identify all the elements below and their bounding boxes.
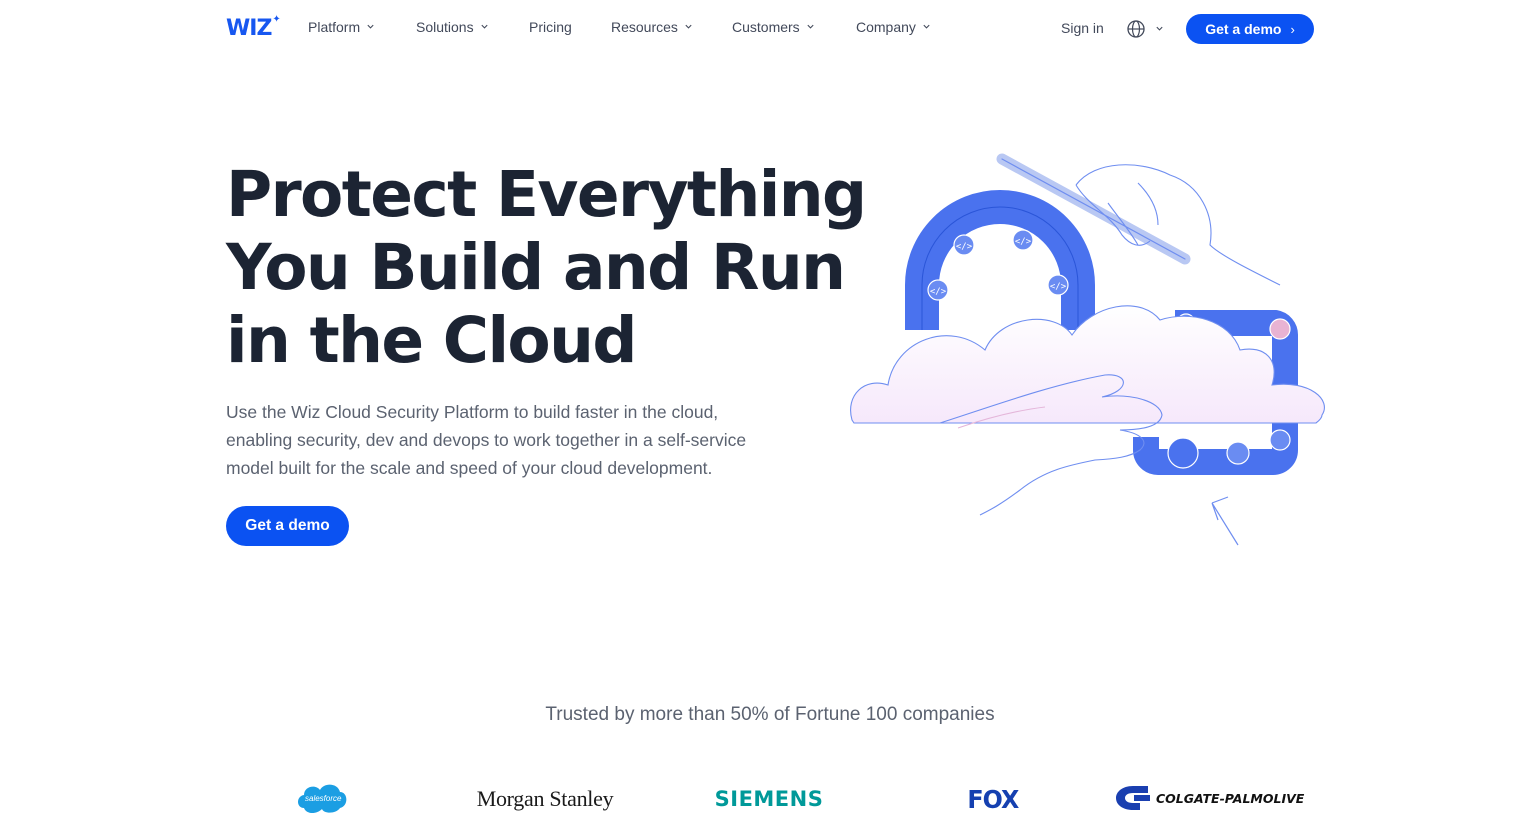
customer-logos: salesforce Morgan Stanley SIEMENS FOX CO…: [0, 772, 1540, 832]
svg-text:</>: </>: [956, 242, 973, 252]
siemens-logo-text: SIEMENS: [714, 787, 824, 811]
chevron-down-icon: [685, 24, 692, 29]
logo-text: WIZ: [226, 15, 272, 41]
hero-subtitle: Use the Wiz Cloud Security Platform to b…: [226, 398, 806, 482]
chevron-down-icon: [807, 24, 814, 29]
colgate-palmolive-logo-text: COLGATE-PALMOLIVE: [1156, 790, 1305, 806]
hero-subtitle-line: model built for the scale and speed of y…: [226, 458, 713, 478]
svg-text:</>: </>: [1015, 237, 1032, 247]
salesforce-logo-text: salesforce: [305, 794, 342, 803]
top-nav: WIZ ✦ Platform Solutions Pricing Resourc…: [0, 0, 1540, 58]
nav-item-solutions[interactable]: Solutions: [416, 19, 489, 35]
sign-in-link[interactable]: Sign in: [1061, 20, 1104, 36]
top-hand: [1075, 164, 1281, 286]
trusted-by-text: Trusted by more than 50% of Fortune 100 …: [545, 704, 995, 725]
wiz-logo[interactable]: WIZ ✦: [226, 13, 281, 42]
morgan-stanley-logo: Morgan Stanley: [462, 784, 628, 814]
fox-logo-text: FOX: [967, 784, 1019, 814]
colgate-palmolive-mark-icon: [1116, 786, 1150, 810]
hero-title-line: You Build and Run: [226, 231, 846, 304]
globe-icon[interactable]: [1126, 19, 1146, 39]
cloud-security-illustration: </> </> </> </>: [850, 153, 1325, 546]
svg-text:</>: </>: [1050, 282, 1067, 292]
nav-item-platform[interactable]: Platform: [308, 19, 375, 35]
logo-star-icon: ✦: [272, 13, 281, 25]
get-demo-label: Get a demo: [1205, 21, 1282, 37]
nav-item-label: Solutions: [416, 19, 474, 35]
nav-item-label: Resources: [611, 19, 678, 35]
nav-item-label: Pricing: [529, 19, 572, 35]
hero-title-line: Protect Everything: [226, 158, 867, 231]
hero-subtitle-line: enabling security, dev and devops to wor…: [226, 430, 747, 450]
morgan-stanley-logo-text: Morgan Stanley: [476, 786, 614, 811]
nav-item-customers[interactable]: Customers: [732, 19, 815, 35]
chevron-down-icon: [481, 24, 488, 29]
svg-text:</>: </>: [930, 287, 947, 297]
fox-logo: FOX: [962, 784, 1024, 814]
cursor-arrow-icon: [1211, 496, 1239, 546]
colgate-palmolive-logo: COLGATE-PALMOLIVE: [1114, 782, 1324, 814]
salesforce-logo: salesforce: [294, 778, 350, 818]
chevron-right-icon: ›: [1290, 21, 1295, 37]
chevron-down-icon: [923, 24, 930, 29]
nav-item-label: Customers: [732, 19, 800, 35]
nav-item-resources[interactable]: Resources: [611, 19, 693, 35]
magnet-arch: </> </> </> </>: [905, 190, 1095, 330]
hero-title: Protect Everything You Build and Run in …: [226, 158, 867, 377]
get-demo-hero-button[interactable]: Get a demo: [226, 506, 349, 546]
language-chevron-down-icon[interactable]: [1155, 24, 1164, 33]
nav-item-company[interactable]: Company: [856, 19, 931, 35]
nav-item-pricing[interactable]: Pricing: [529, 19, 572, 35]
hero-subtitle-line: Use the Wiz Cloud Security Platform to b…: [226, 402, 719, 422]
hero-title-line: in the Cloud: [226, 304, 637, 377]
chevron-down-icon: [367, 24, 374, 29]
get-demo-nav-button[interactable]: Get a demo ›: [1186, 14, 1314, 44]
siemens-logo: SIEMENS: [712, 784, 826, 814]
nav-item-label: Platform: [308, 19, 361, 35]
nav-item-label: Company: [856, 19, 916, 35]
